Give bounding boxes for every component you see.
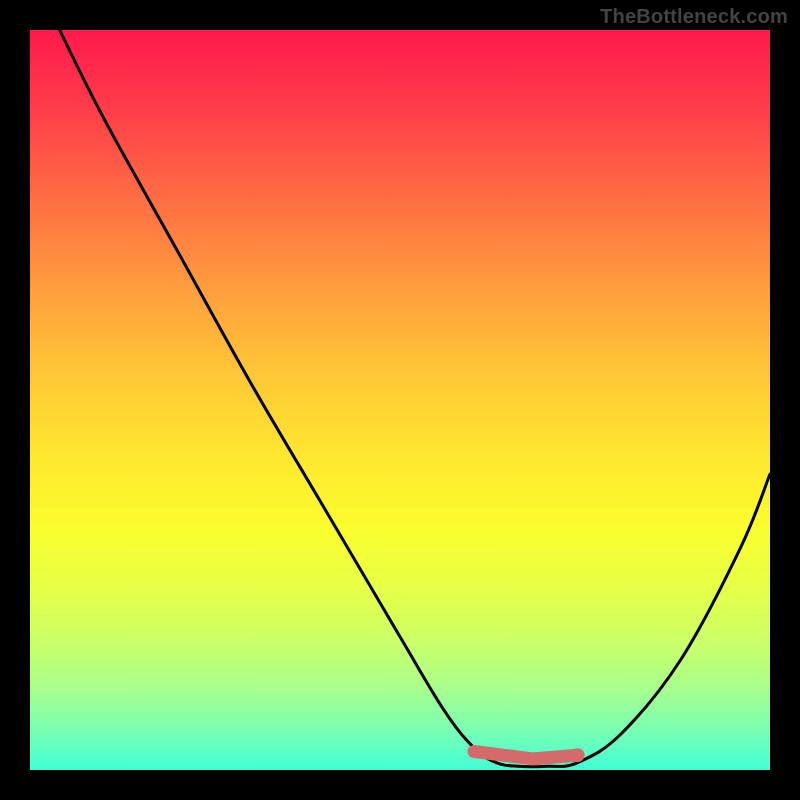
optimal-range-marker [474,752,578,759]
watermark-text: TheBottleneck.com [600,6,788,29]
plot-area [30,30,770,770]
optimal-range-end-dot [571,748,585,762]
chart-svg [30,30,770,770]
bottleneck-curve [60,30,770,767]
chart-frame: TheBottleneck.com [0,0,800,800]
